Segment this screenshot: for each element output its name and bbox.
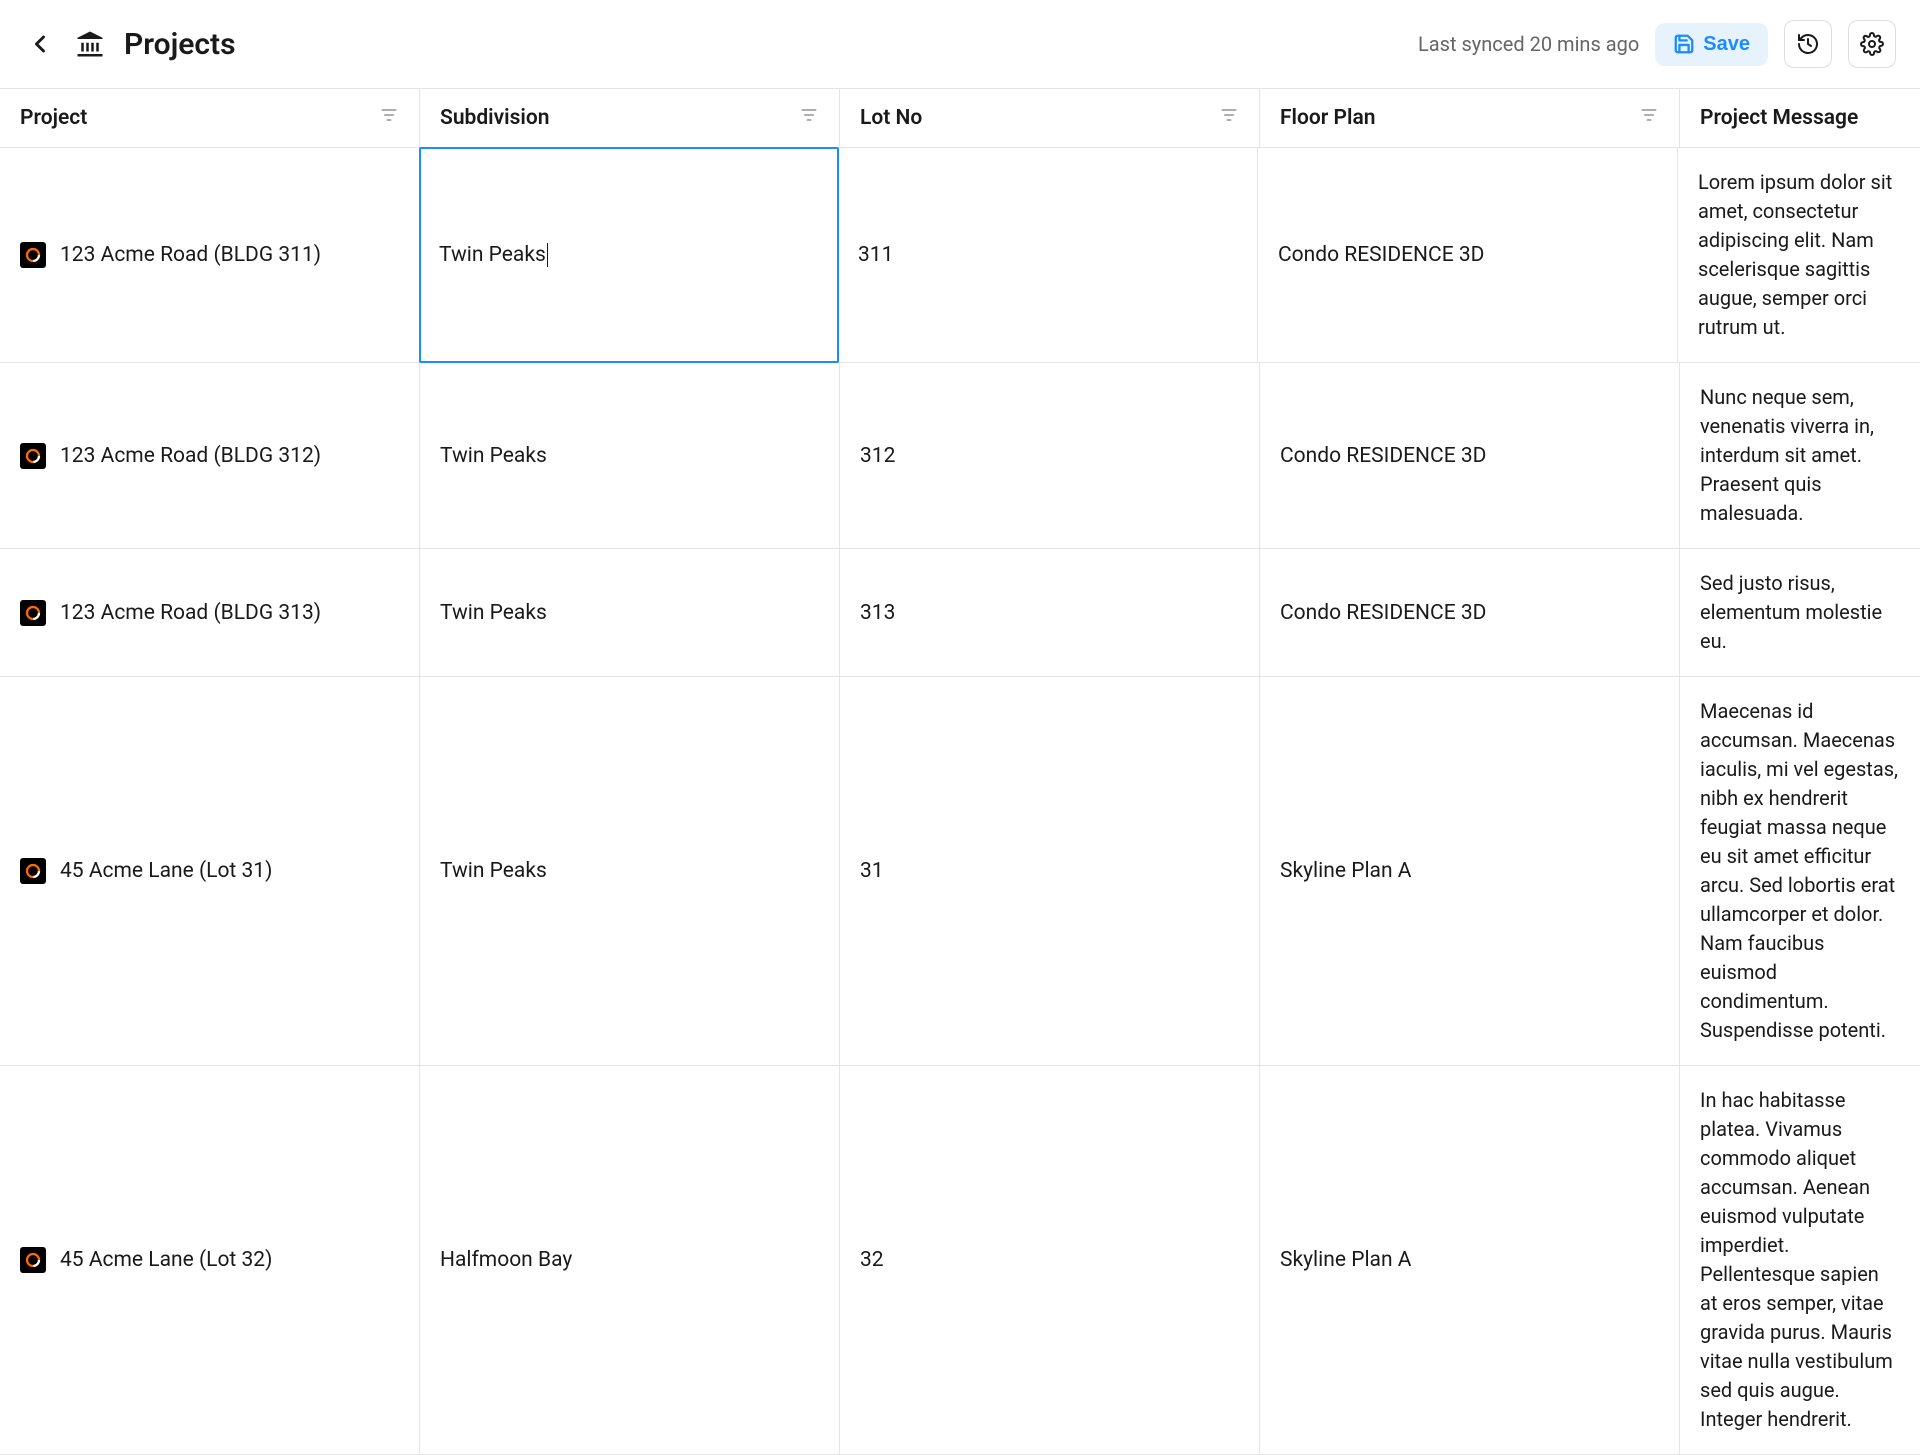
header-left: Projects [24,27,236,62]
column-label: Subdivision [440,106,549,130]
cell-floorplan[interactable]: Skyline Plan A [1260,1066,1680,1454]
table-header: Project Subdivision Lot No Floor Plan Pr… [0,88,1920,148]
chevron-left-icon [26,30,54,58]
save-button[interactable]: Save [1655,23,1768,66]
cell-subdivision[interactable]: Twin Peaks [420,677,840,1065]
filter-icon[interactable] [799,105,819,131]
project-icon [20,1247,46,1273]
cell-lotno[interactable]: 312 [840,363,1260,548]
save-button-label: Save [1703,33,1750,56]
project-icon [20,600,46,626]
header-right: Last synced 20 mins ago Save [1418,20,1896,68]
cell-message[interactable]: Sed justo risus, elementum molestie eu. [1680,549,1920,676]
cell-project[interactable]: 45 Acme Lane (Lot 32) [0,1066,420,1454]
page-title: Projects [124,27,236,62]
text-cursor [547,243,549,267]
column-header-project[interactable]: Project [0,89,420,147]
cell-message[interactable]: In hac habitasse platea. Vivamus commodo… [1680,1066,1920,1454]
table-row: 45 Acme Lane (Lot 32) Halfmoon Bay 32 Sk… [0,1066,1920,1455]
cell-message[interactable]: Lorem ipsum dolor sit amet, consectetur … [1678,148,1920,362]
cell-lotno[interactable]: 32 [840,1066,1260,1454]
cell-floorplan[interactable]: Condo RESIDENCE 3D [1260,549,1680,676]
column-label: Floor Plan [1280,106,1375,130]
save-icon [1673,33,1695,55]
column-header-lotno[interactable]: Lot No [840,89,1260,147]
project-name: 123 Acme Road (BLDG 311) [60,243,321,267]
filter-icon[interactable] [1219,105,1239,131]
filter-icon[interactable] [379,105,399,131]
project-name: 123 Acme Road (BLDG 312) [60,444,321,468]
column-header-subdivision[interactable]: Subdivision [420,89,840,147]
table-row: 123 Acme Road (BLDG 313) Twin Peaks 313 … [0,549,1920,677]
cell-subdivision[interactable]: Twin Peaks [420,549,840,676]
project-icon [20,443,46,469]
cell-floorplan[interactable]: Skyline Plan A [1260,677,1680,1065]
cell-subdivision-editing[interactable]: Twin Peaks [419,147,839,363]
sync-status: Last synced 20 mins ago [1418,32,1639,56]
back-button[interactable] [24,28,56,60]
project-name: 123 Acme Road (BLDG 313) [60,601,321,625]
table-row: 123 Acme Road (BLDG 312) Twin Peaks 312 … [0,363,1920,549]
project-icon [20,242,46,268]
cell-project[interactable]: 45 Acme Lane (Lot 31) [0,677,420,1065]
cell-floorplan[interactable]: Condo RESIDENCE 3D [1260,363,1680,548]
gear-icon [1860,32,1884,56]
subdivision-value: Twin Peaks [439,243,546,267]
page-header: Projects Last synced 20 mins ago Save [0,0,1920,88]
history-button[interactable] [1784,20,1832,68]
cell-lotno[interactable]: 311 [838,148,1258,362]
column-label: Lot No [860,106,922,130]
column-label: Project [20,106,87,130]
building-icon [74,28,106,60]
cell-subdivision[interactable]: Twin Peaks [420,363,840,548]
projects-table: Project Subdivision Lot No Floor Plan Pr… [0,88,1920,1455]
column-header-floorplan[interactable]: Floor Plan [1260,89,1680,147]
column-header-message[interactable]: Project Message [1680,89,1920,147]
project-name: 45 Acme Lane (Lot 31) [60,859,272,883]
project-icon [20,858,46,884]
cell-subdivision[interactable]: Halfmoon Bay [420,1066,840,1454]
cell-floorplan[interactable]: Condo RESIDENCE 3D [1258,148,1678,362]
filter-icon[interactable] [1639,105,1659,131]
settings-button[interactable] [1848,20,1896,68]
table-row: 123 Acme Road (BLDG 311) Twin Peaks 311 … [0,148,1920,363]
table-row: 45 Acme Lane (Lot 31) Twin Peaks 31 Skyl… [0,677,1920,1066]
project-name: 45 Acme Lane (Lot 32) [60,1248,272,1272]
cell-project[interactable]: 123 Acme Road (BLDG 311) [0,148,420,362]
column-label: Project Message [1700,106,1858,130]
cell-lotno[interactable]: 31 [840,677,1260,1065]
cell-message[interactable]: Nunc neque sem, venenatis viverra in, in… [1680,363,1920,548]
cell-lotno[interactable]: 313 [840,549,1260,676]
cell-project[interactable]: 123 Acme Road (BLDG 313) [0,549,420,676]
history-icon [1796,32,1820,56]
cell-message[interactable]: Maecenas id accumsan. Maecenas iaculis, … [1680,677,1920,1065]
cell-project[interactable]: 123 Acme Road (BLDG 312) [0,363,420,548]
